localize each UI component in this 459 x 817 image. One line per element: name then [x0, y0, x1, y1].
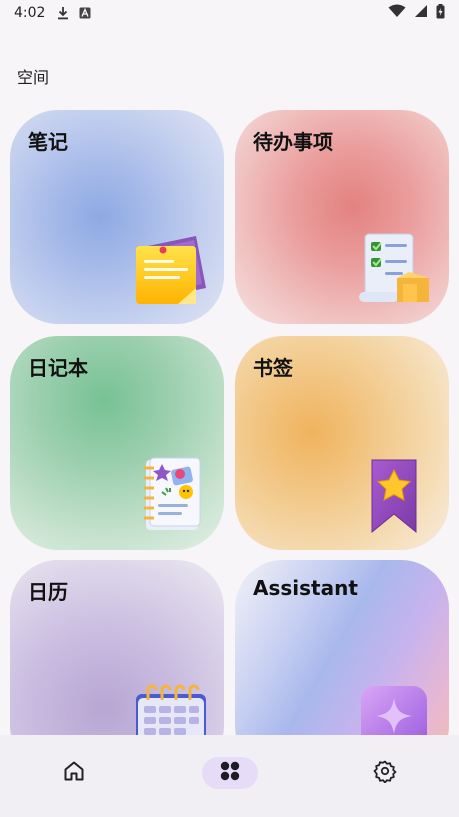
status-time: 4:02: [14, 5, 46, 21]
gear-icon: [373, 759, 397, 787]
status-right-icons: [388, 3, 445, 23]
card-diary-label: 日记本: [28, 356, 88, 380]
sticky-note-icon: [132, 232, 210, 314]
apps-grid-icon: [218, 759, 242, 787]
cellular-icon: [414, 4, 428, 22]
card-todo[interactable]: 待办事项: [235, 110, 449, 324]
bookmark-icon: [369, 458, 419, 538]
card-notes[interactable]: 笔记: [10, 110, 224, 324]
card-bookmark[interactable]: 书签: [235, 336, 449, 550]
card-todo-label: 待办事项: [253, 130, 333, 154]
status-bar: 4:02: [0, 0, 459, 26]
card-diary[interactable]: 日记本: [10, 336, 224, 550]
nav-home[interactable]: [58, 757, 90, 789]
font-icon: [79, 7, 91, 19]
diary-icon: [140, 454, 204, 538]
card-bookmark-label: 书签: [253, 356, 293, 380]
download-icon: [57, 6, 69, 20]
wifi-icon: [388, 4, 406, 22]
section-title: 空间: [17, 68, 50, 87]
card-calendar-label: 日历: [28, 580, 68, 604]
card-notes-label: 笔记: [28, 130, 68, 154]
home-icon: [62, 759, 86, 787]
bottom-nav: [0, 735, 459, 817]
battery-icon: [436, 3, 445, 23]
checklist-icon: [357, 232, 435, 314]
card-assistant-label: Assistant: [253, 576, 358, 600]
nav-settings[interactable]: [369, 757, 401, 789]
nav-apps[interactable]: [202, 757, 258, 789]
